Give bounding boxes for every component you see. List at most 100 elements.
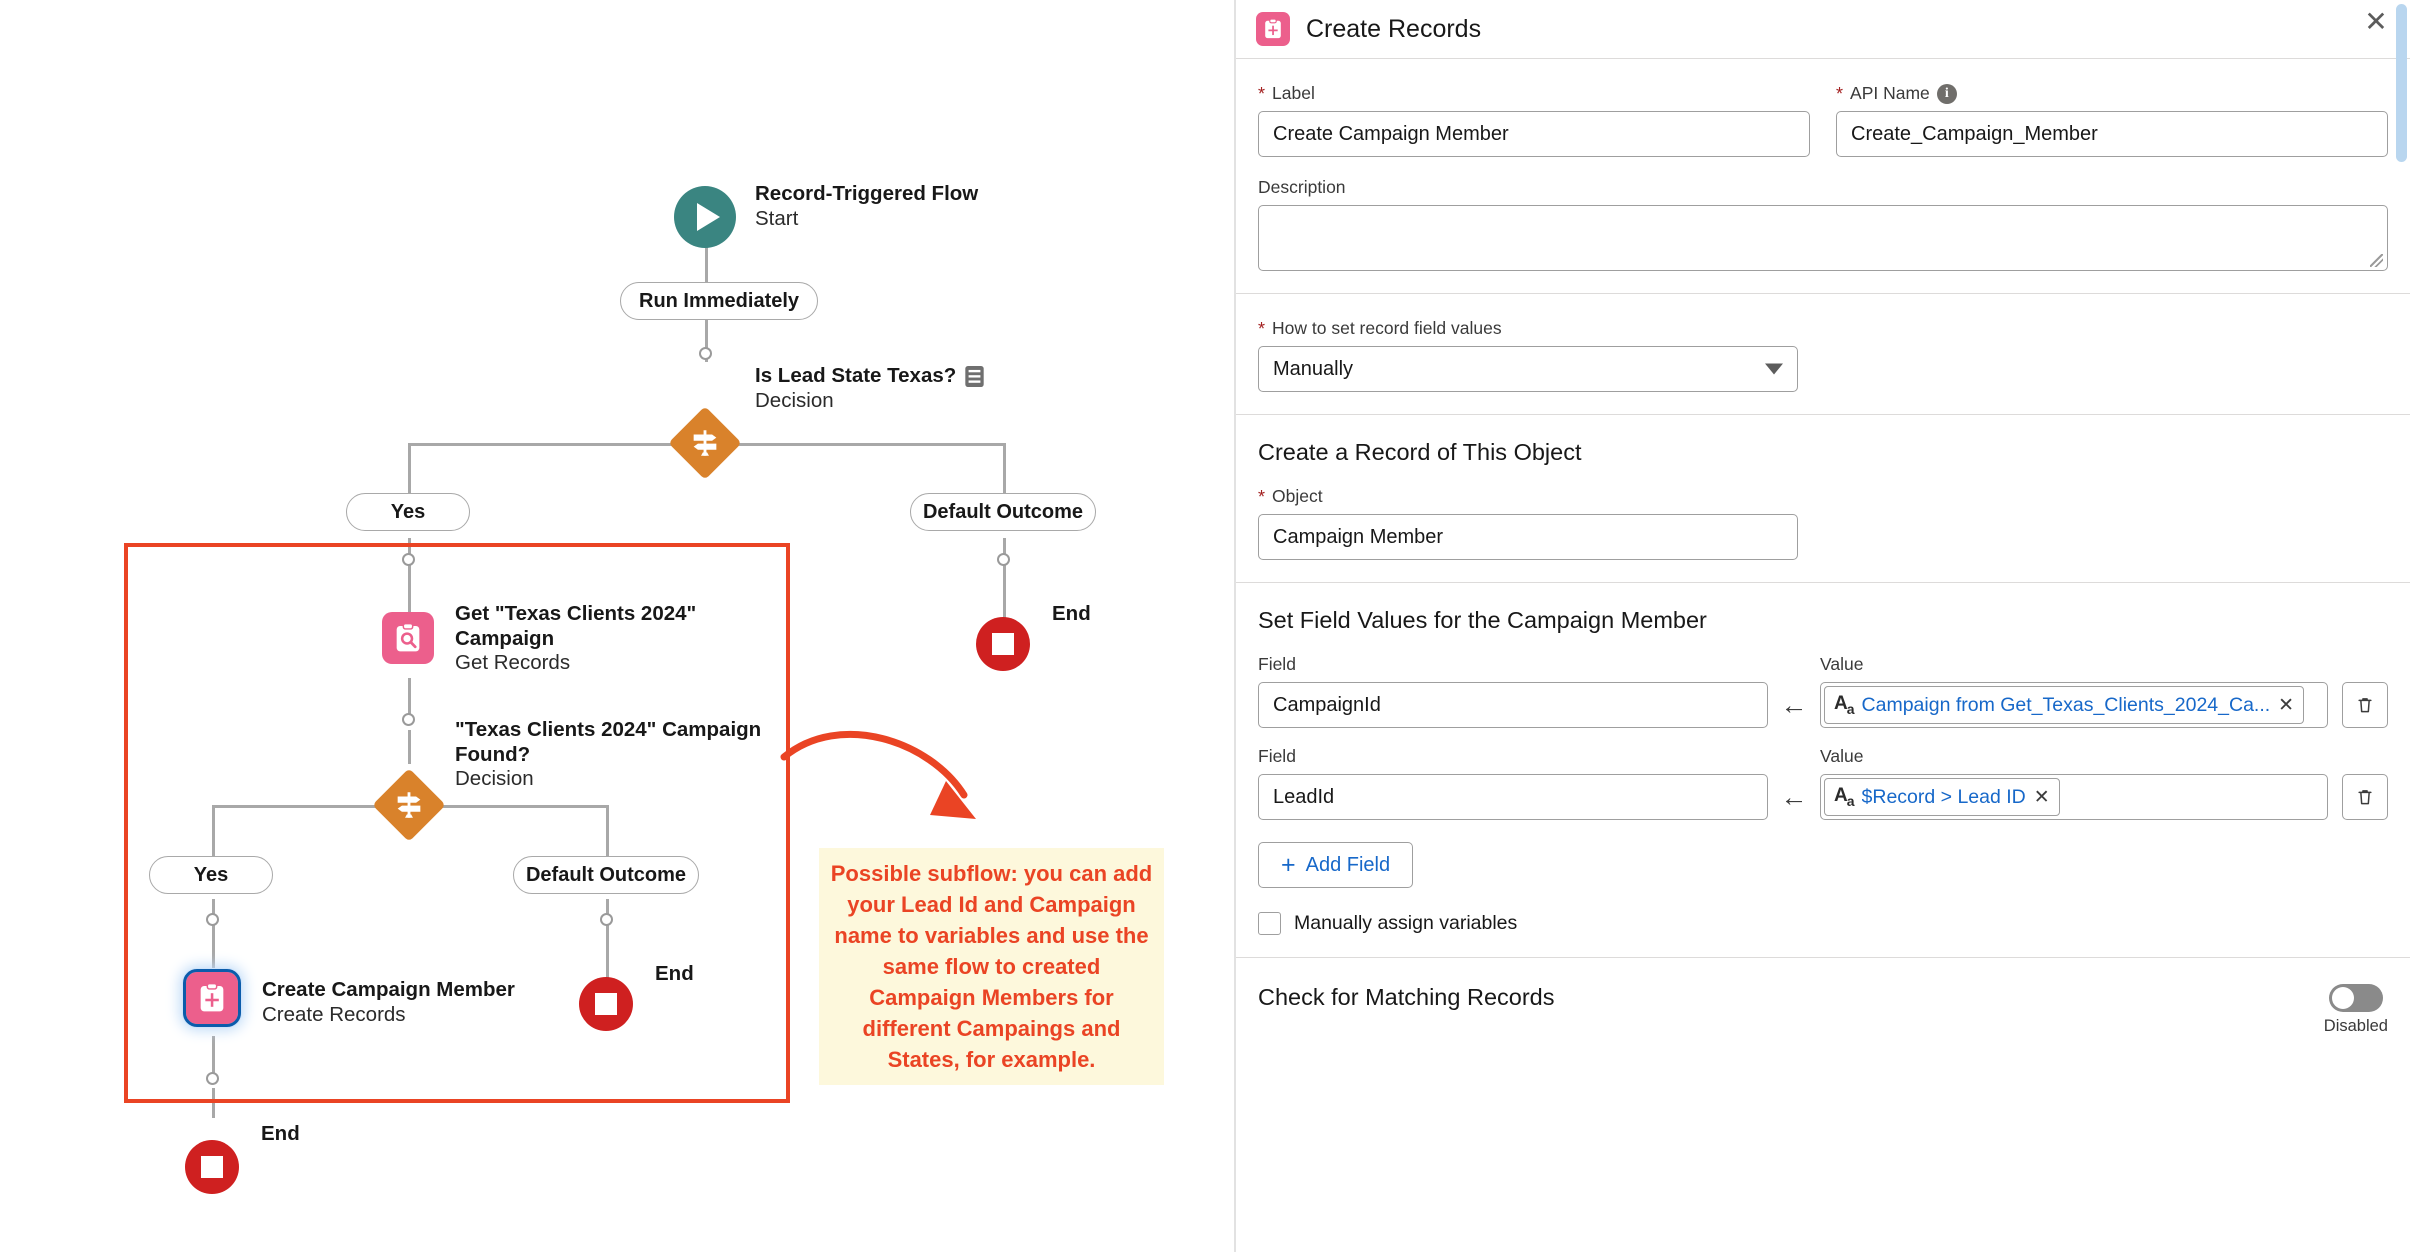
- end-node-bottom[interactable]: [185, 1140, 239, 1194]
- create-records-icon: [200, 982, 224, 1012]
- panel-header: Create Records ✕: [1236, 0, 2410, 58]
- connector: [408, 443, 706, 446]
- connector-joint[interactable]: [699, 347, 712, 360]
- required-asterisk: *: [1258, 83, 1266, 104]
- panel-title: Create Records: [1306, 14, 1482, 43]
- start-node[interactable]: [674, 186, 736, 248]
- set-field-values-section: Set Field Values for the Campaign Member…: [1236, 583, 2410, 957]
- check-matching-toggle[interactable]: [2328, 984, 2383, 1012]
- field-input[interactable]: LeadId: [1258, 774, 1768, 820]
- value-group: Value Aa $Record > Lead ID ✕: [1820, 746, 2388, 820]
- manually-assign-variables-row[interactable]: Manually assign variables: [1258, 912, 2388, 935]
- chevron-down-icon: [1765, 363, 1783, 375]
- decision-2-title-line2: Found?: [455, 742, 531, 766]
- trash-icon: [2358, 698, 2372, 713]
- get-records-subtitle: Get Records: [455, 651, 571, 674]
- value-pill[interactable]: Aa Campaign from Get_Texas_Clients_2024_…: [1824, 686, 2305, 724]
- field-value-row: Field CampaignId ← Value Aa Campaign fro…: [1258, 654, 2388, 728]
- decision-signpost-icon: [668, 406, 742, 480]
- remove-value-icon[interactable]: ✕: [2278, 694, 2294, 717]
- conditions-icon: [965, 365, 984, 387]
- pill-run-immediately[interactable]: Run Immediately: [620, 282, 819, 320]
- get-records-title-line2: Campaign: [455, 626, 555, 650]
- get-records-node-label: Get "Texas Clients 2024" Campaign Get Re…: [455, 602, 696, 676]
- create-records-node-label: Create Campaign Member Create Records: [262, 978, 515, 1027]
- pill-yes-bottom[interactable]: Yes: [149, 856, 273, 894]
- how-to-set-selected-value: Manually: [1273, 357, 1354, 380]
- set-field-values-title: Set Field Values for the Campaign Member: [1258, 607, 1707, 633]
- create-records-node[interactable]: [183, 969, 241, 1027]
- pill-default-outcome-top[interactable]: Default Outcome: [910, 493, 1096, 531]
- how-to-set-select[interactable]: Manually: [1258, 346, 1798, 392]
- decision-node-2[interactable]: [372, 768, 446, 842]
- info-icon[interactable]: i: [1936, 83, 1957, 104]
- add-field-button[interactable]: + Add Field: [1258, 842, 1414, 888]
- value-group: Value Aa Campaign from Get_Texas_Clients…: [1820, 654, 2388, 728]
- get-records-node[interactable]: [382, 612, 434, 664]
- connector: [705, 443, 1003, 446]
- get-records-title-line1: Get "Texas Clients 2024": [455, 602, 697, 625]
- end-icon: [992, 633, 1014, 655]
- delete-row-button[interactable]: [2342, 682, 2388, 728]
- object-input[interactable]: Campaign Member: [1258, 514, 1798, 560]
- end-icon: [595, 993, 617, 1015]
- api-name-field-group: * API Name i Create_Campaign_Member: [1836, 83, 2388, 157]
- check-matching-records-section: Check for Matching Records Disabled: [1236, 958, 2410, 1058]
- get-records-icon: [396, 622, 420, 652]
- connector: [1003, 578, 1006, 620]
- end-node-inner[interactable]: [579, 977, 633, 1031]
- description-field-group: Description: [1258, 177, 2388, 271]
- text-resource-icon: Aa: [1834, 785, 1855, 809]
- label-input[interactable]: Create Campaign Member: [1258, 111, 1810, 157]
- decision-1-title: Is Lead State Texas?: [755, 364, 957, 387]
- value-pill-text: $Record > Lead ID: [1861, 785, 2026, 808]
- decision-1-subtitle: Decision: [755, 388, 834, 412]
- flow-canvas[interactable]: Record-Triggered Flow Start Run Immediat…: [0, 0, 1234, 1252]
- pill-default-outcome-bottom[interactable]: Default Outcome: [513, 856, 699, 894]
- field-group: Field LeadId: [1258, 746, 1768, 820]
- field-group: Field CampaignId: [1258, 654, 1768, 728]
- manually-assign-label: Manually assign variables: [1294, 912, 1518, 934]
- decision-2-label: "Texas Clients 2024" Campaign Found? Dec…: [455, 718, 761, 792]
- decision-node-1[interactable]: [668, 406, 742, 480]
- remove-value-icon[interactable]: ✕: [2034, 786, 2050, 809]
- plus-icon: +: [1281, 850, 1296, 879]
- value-pill-text: Campaign from Get_Texas_Clients_2024_Ca.…: [1861, 693, 2271, 716]
- create-records-icon: [1256, 12, 1290, 46]
- required-asterisk: *: [1258, 486, 1266, 507]
- decision-2-subtitle: Decision: [455, 767, 534, 790]
- delete-row-button[interactable]: [2342, 774, 2388, 820]
- value-combobox[interactable]: Aa Campaign from Get_Texas_Clients_2024_…: [1820, 682, 2328, 728]
- end-icon: [201, 1156, 223, 1178]
- create-records-properties-panel[interactable]: Create Records ✕ * Label Create Campaign…: [1234, 0, 2410, 1252]
- value-combobox[interactable]: Aa $Record > Lead ID ✕: [1820, 774, 2328, 820]
- end-node-right[interactable]: [976, 617, 1030, 671]
- check-matching-toggle-group: Disabled: [2324, 984, 2388, 1036]
- pill-yes-top[interactable]: Yes: [346, 493, 470, 531]
- start-node-subtitle: Start: [755, 206, 799, 230]
- annotation-note: Possible subflow: you can add your Lead …: [819, 848, 1164, 1085]
- description-textarea[interactable]: [1258, 205, 2388, 271]
- end-node-inner-label: End: [655, 962, 694, 985]
- api-name-input[interactable]: Create_Campaign_Member: [1836, 111, 2388, 157]
- how-to-set-label: * How to set record field values: [1258, 318, 1502, 339]
- label-field-group: * Label Create Campaign Member: [1258, 83, 1810, 157]
- required-asterisk: *: [1836, 83, 1844, 104]
- annotation-arrow-icon: [780, 731, 976, 819]
- decision-2-title-line1: "Texas Clients 2024" Campaign: [455, 718, 762, 741]
- object-section-title: Create a Record of This Object: [1258, 439, 1582, 465]
- manually-assign-checkbox[interactable]: [1258, 912, 1281, 935]
- connector-joint[interactable]: [997, 553, 1010, 566]
- value-pill[interactable]: Aa $Record > Lead ID ✕: [1824, 778, 2060, 816]
- field-input[interactable]: CampaignId: [1258, 682, 1768, 728]
- end-node-right-label: End: [1052, 602, 1091, 625]
- start-node-label: Record-Triggered Flow Start: [755, 182, 978, 231]
- required-asterisk: *: [1258, 318, 1266, 339]
- decision-1-label: Is Lead State Texas? Decision: [755, 364, 984, 413]
- general-info-section: * Label Create Campaign Member * API Nam…: [1236, 59, 2410, 293]
- close-icon[interactable]: ✕: [2362, 8, 2390, 36]
- create-records-title: Create Campaign Member: [262, 978, 515, 1001]
- api-name-field-label: * API Name i: [1836, 83, 2388, 104]
- decision-signpost-icon: [372, 768, 446, 842]
- text-resource-icon: Aa: [1834, 693, 1855, 717]
